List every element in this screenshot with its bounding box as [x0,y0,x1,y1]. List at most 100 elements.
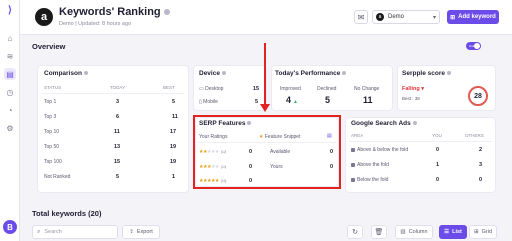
ads-row-you: 0 [436,147,440,153]
settings-icon[interactable]: ⚙ [4,122,16,134]
col-header-you: YOU [432,133,442,138]
score-ring: 28 [468,86,488,106]
grid-label: Grid [481,229,492,235]
export-icon: ⇪ [129,229,134,235]
add-keyword-button[interactable]: ⊞ Add keyword [447,10,499,24]
col-header-today: TODAY [110,85,126,90]
search-icon: ⌕ [37,228,41,235]
search-input[interactable]: ⌕ Search [32,225,118,239]
columns-button[interactable]: ▥ Column [395,225,433,239]
project-select-value: Demo [388,14,405,20]
comparison-row-label: Not Ranked [44,174,71,180]
trash-icon: 🗑 [374,229,384,236]
mail-icon: ✉ [357,12,365,22]
device-row-mobile: ▯ Mobile [199,99,218,105]
performance-label-improved: Improved [280,86,301,92]
info-icon[interactable] [447,71,451,76]
performance-value-declined: 5 [325,95,331,105]
ads-row-others: 2 [479,147,483,153]
ads-row-label: Below the fold [351,177,388,183]
up-arrow-icon: ▲ [293,99,298,105]
performance-value-improved: 4 ▲ [286,95,298,105]
app-logo-icon[interactable]: ⟩ [4,4,16,16]
divider [42,93,184,94]
device-desktop-value: 15 [253,86,260,92]
grid-view-button[interactable]: ⊞ Grid [469,225,497,239]
highlight-arrow-head [260,104,270,112]
comparison-row-today: 6 [116,114,120,120]
refresh-button[interactable]: ↻ [347,225,363,239]
performance-label-no-change: No Change [354,86,380,92]
header: a Keywords' Ranking Demo | Updated: 8 ho… [20,0,512,35]
col-header-best: BEST [163,85,175,90]
info-icon[interactable] [163,9,170,16]
export-label: Export [136,229,153,235]
plus-icon: ⊞ [450,14,456,21]
rankings-icon[interactable]: ▤ [4,68,16,80]
list-label: List [452,229,462,235]
comparison-row-best: 19 [170,159,177,165]
ads-row-you: 1 [436,162,440,168]
ads-row-others: 3 [479,162,483,168]
project-select[interactable]: a Demo ▾ [372,10,440,24]
score-best: Best : 38 [402,96,420,101]
score-status: Falling ▾ [402,86,425,92]
divider [349,141,492,142]
total-keywords-title: Total keywords (20) [32,209,102,218]
grid-icon: ⊞ [474,229,479,235]
overview-title: Overview [32,42,66,51]
export-button[interactable]: ⇪ Export [122,225,160,239]
list-icon: ☰ [444,229,450,235]
comparison-row-today: 5 [116,174,120,180]
mail-button[interactable]: ✉ [354,10,368,24]
performance-value-no-change: 11 [363,95,373,105]
layers-icon[interactable]: ≋ [4,50,16,62]
audit-icon[interactable]: ◔ [4,104,16,116]
comparison-row-best: 17 [170,129,177,135]
ad-icon [351,177,355,182]
comparison-row-label: Top 10 [44,129,60,135]
highlight-box [193,115,341,189]
delete-button[interactable]: 🗑 [371,225,387,239]
list-view-button[interactable]: ☰ List [439,225,467,239]
timer-icon[interactable]: ◷ [4,86,16,98]
comparison-row-best: 11 [172,114,178,120]
hide-toggle-label: Hide [469,44,476,48]
comparison-row-label: Top 3 [44,114,57,120]
google-ads-title: Google Search Ads [351,120,417,127]
comparison-row-best: 1 [172,174,176,180]
ads-row-label: Above & below the fold [351,147,408,153]
device-row-desktop: ▭ Desktop [199,86,224,92]
ad-icon [351,147,355,152]
search-placeholder: Search [44,229,62,235]
amazon-icon: a [376,13,384,21]
col-header-status: STATUS [44,85,62,90]
avatar[interactable]: B [3,220,17,234]
comparison-row-best: 5 [172,99,176,105]
add-keyword-label: Add keyword [458,14,496,20]
columns-icon: ▥ [400,229,406,235]
home-icon[interactable]: ⌂ [4,32,16,44]
device-mobile-value: 5 [255,99,259,105]
comparison-title: Comparison [44,70,88,77]
page-subtitle: Demo | Updated: 8 hours ago [59,21,132,27]
info-icon[interactable] [221,71,226,76]
info-icon[interactable] [83,71,88,76]
comparison-row-label: Top 50 [44,144,60,150]
todays-performance-title: Today's Performance [275,70,347,77]
comparison-row-today: 13 [114,144,121,150]
ad-icon [351,162,355,167]
info-icon[interactable] [412,121,417,126]
info-icon[interactable] [342,71,347,76]
performance-label-declined: Declined [317,86,337,92]
columns-label: Column [408,229,428,235]
mobile-icon: ▯ [199,99,202,105]
highlight-arrow [264,43,266,107]
amazon-logo-icon: a [35,8,53,26]
ads-row-others: 0 [479,177,483,183]
comparison-row-today: 11 [114,129,120,135]
desktop-icon: ▭ [199,86,204,92]
page-title: Keywords' Ranking [59,6,170,18]
col-header-area: AREA [351,133,364,138]
comparison-row-best: 19 [170,144,177,150]
